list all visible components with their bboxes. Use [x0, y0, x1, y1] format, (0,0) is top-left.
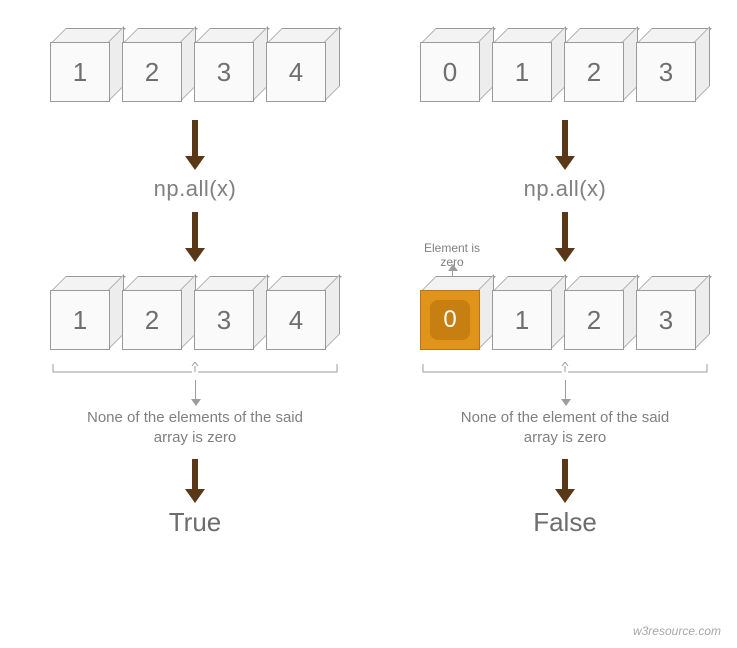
cell-value: 3 — [636, 290, 696, 350]
right-column: 0 1 2 3 np.all(x) Element is — [400, 20, 730, 538]
caption-text: None of the element of the said array is… — [450, 408, 680, 449]
arrow-down-icon — [192, 212, 198, 262]
arrow-down-icon — [562, 459, 568, 503]
cell-value: 4 — [266, 42, 326, 102]
array-cell: 1 — [50, 42, 116, 100]
array-cell: 1 — [492, 290, 558, 348]
credit-text: w3resource.com — [633, 624, 721, 638]
arrow-down-icon — [192, 459, 198, 503]
cell-value: 2 — [564, 42, 624, 102]
array-cell: 2 — [122, 42, 188, 100]
cell-value: 0 — [430, 300, 470, 340]
array-cell: 4 — [266, 42, 332, 100]
brace-icon — [50, 362, 340, 380]
connector-down-icon — [565, 380, 566, 400]
left-output-array: 1 2 3 4 — [50, 268, 340, 358]
array-cell: 2 — [564, 42, 630, 100]
brace-icon — [420, 362, 710, 380]
array-cell: 4 — [266, 290, 332, 348]
array-cell: 3 — [194, 290, 260, 348]
array-cell: 2 — [122, 290, 188, 348]
cell-value: 3 — [194, 42, 254, 102]
cell-value: 1 — [492, 42, 552, 102]
function-label: np.all(x) — [30, 176, 360, 202]
cell-value: 4 — [266, 290, 326, 350]
zero-note-line: Element is — [420, 242, 484, 256]
arrow-down-icon — [192, 120, 198, 170]
array-cell: 1 — [492, 42, 558, 100]
right-output-array: Element is zero 0 1 2 3 — [420, 268, 710, 358]
diagram-stage: 1 2 3 4 np.all(x) 1 — [0, 0, 737, 648]
connector-down-icon — [195, 380, 196, 400]
caption-text: None of the elements of the said array i… — [80, 408, 310, 449]
cell-value: 1 — [50, 42, 110, 102]
arrow-down-icon — [562, 120, 568, 170]
array-cell: 3 — [636, 42, 702, 100]
cell-value: 2 — [122, 42, 182, 102]
left-input-array: 1 2 3 4 — [50, 20, 340, 110]
cell-value: 3 — [194, 290, 254, 350]
arrow-down-icon — [562, 212, 568, 262]
cell-value: 2 — [564, 290, 624, 350]
right-input-array: 0 1 2 3 — [420, 20, 710, 110]
left-column: 1 2 3 4 np.all(x) 1 — [30, 20, 360, 538]
array-cell: 3 — [194, 42, 260, 100]
result-text: False — [400, 507, 730, 538]
array-cell: 1 — [50, 290, 116, 348]
cell-value: 2 — [122, 290, 182, 350]
array-cell: 2 — [564, 290, 630, 348]
cell-value: 3 — [636, 42, 696, 102]
array-cell: 0 — [420, 42, 486, 100]
cell-value: 0 — [420, 42, 480, 102]
array-cell: 3 — [636, 290, 702, 348]
result-text: True — [30, 507, 360, 538]
function-label: np.all(x) — [400, 176, 730, 202]
cell-value: 1 — [50, 290, 110, 350]
cell-value: 1 — [492, 290, 552, 350]
array-cell-zero: Element is zero 0 — [420, 290, 486, 348]
